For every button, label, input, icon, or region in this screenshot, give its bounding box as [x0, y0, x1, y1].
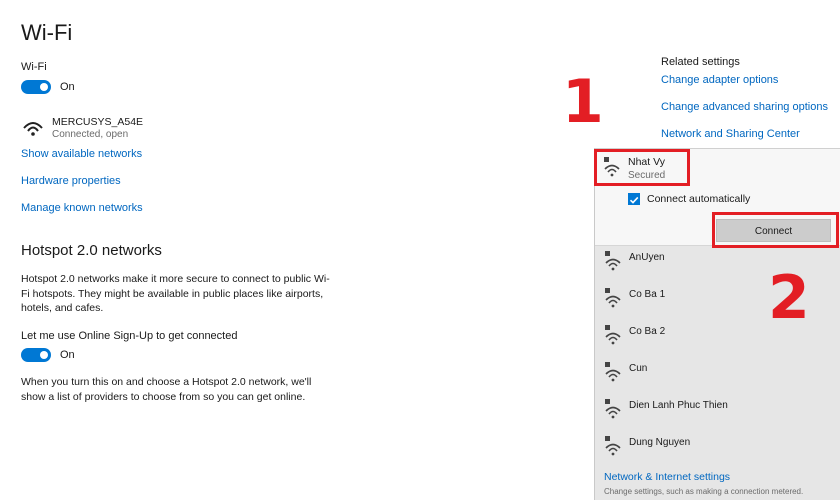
- wifi-toggle[interactable]: [21, 80, 51, 94]
- sharing-options-link[interactable]: Change advanced sharing options: [661, 101, 828, 113]
- signup-toggle-state: On: [60, 349, 75, 361]
- network-name: Dung Nguyen: [629, 437, 691, 448]
- sharing-center-link[interactable]: Network and Sharing Center: [661, 128, 800, 140]
- wifi-secured-icon: [603, 360, 623, 387]
- wifi-toggle-state: On: [60, 81, 75, 93]
- wifi-secured-icon: [603, 323, 623, 350]
- wifi-label: Wi-Fi: [21, 61, 47, 73]
- connect-auto-label: Connect automatically: [647, 193, 751, 205]
- network-name: Co Ba 1: [629, 289, 666, 300]
- adapter-options-link[interactable]: Change adapter options: [661, 74, 778, 86]
- network-item[interactable]: Dien Lanh Phuc Thien: [595, 392, 840, 429]
- signup-toggle[interactable]: [21, 348, 51, 362]
- network-name: Co Ba 2: [629, 326, 666, 337]
- connect-auto-checkbox[interactable]: [628, 193, 640, 205]
- hotspot-description: Hotspot 2.0 networks make it more secure…: [21, 273, 330, 314]
- current-network-status: Connected, open: [52, 129, 129, 140]
- wifi-secured-icon: [603, 249, 623, 276]
- hotspot-heading: Hotspot 2.0 networks: [21, 242, 162, 259]
- network-settings-description: Change settings, such as making a connec…: [604, 487, 804, 496]
- checkmark-icon: [629, 196, 639, 204]
- network-name: Cun: [629, 363, 648, 374]
- manage-known-link[interactable]: Manage known networks: [21, 202, 143, 214]
- show-networks-link[interactable]: Show available networks: [21, 148, 142, 160]
- network-item[interactable]: Dung Nguyen: [595, 429, 840, 466]
- wifi-secured-icon: [603, 397, 623, 424]
- annotation-highlight-connect: [712, 212, 839, 248]
- signup-label: Let me use Online Sign-Up to get connect…: [21, 330, 238, 342]
- network-item[interactable]: Cun: [595, 355, 840, 392]
- wifi-signal-icon: [22, 116, 44, 136]
- wifi-secured-icon: [603, 286, 623, 313]
- network-name: AnUyen: [629, 252, 665, 263]
- annotation-step-2: 2: [768, 263, 810, 333]
- wifi-secured-icon: [603, 434, 623, 461]
- hardware-properties-link[interactable]: Hardware properties: [21, 175, 121, 187]
- hotspot-note: When you turn this on and choose a Hotsp…: [21, 376, 312, 403]
- current-network-name: MERCUSYS_A54E: [52, 116, 144, 128]
- network-name: Dien Lanh Phuc Thien: [629, 400, 728, 411]
- related-heading: Related settings: [661, 56, 740, 68]
- network-settings-link[interactable]: Network & Internet settings: [604, 471, 730, 483]
- page-title: Wi-Fi: [21, 20, 73, 45]
- annotation-step-1: 1: [562, 67, 604, 137]
- annotation-highlight-network: [594, 149, 690, 186]
